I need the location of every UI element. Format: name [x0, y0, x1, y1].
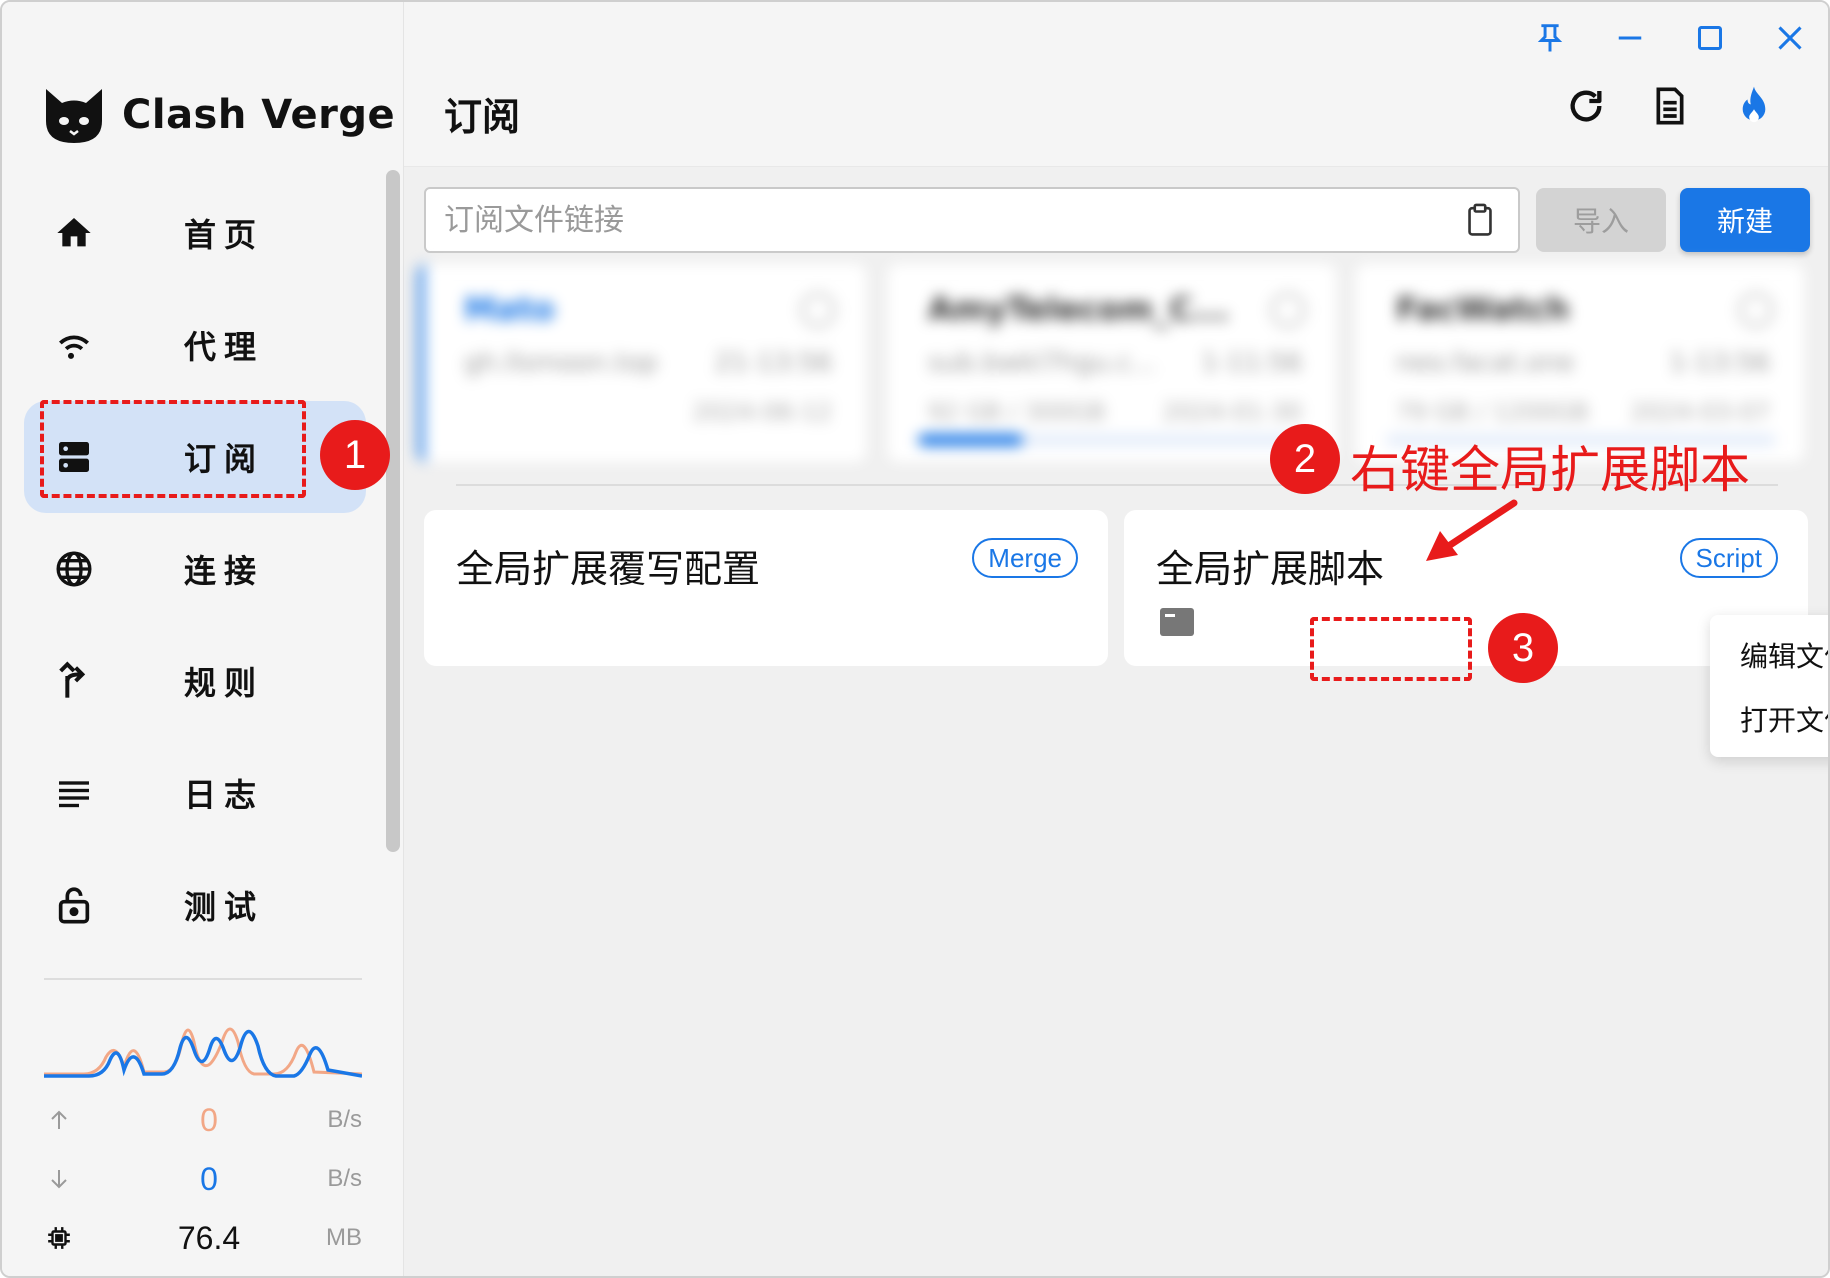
profile-usage: 79 GB / 1200GB	[1396, 398, 1589, 426]
cat-logo-icon	[46, 89, 102, 143]
annotation-arrow-icon	[1426, 499, 1518, 561]
annotation-badge-3: 3	[1488, 613, 1558, 683]
fire-button[interactable]	[1732, 86, 1776, 130]
log-file-icon	[1650, 86, 1690, 130]
app-window: Clash Verge 首页 代理 订阅 连接 规则 日志 测试 0 B/s 0…	[0, 0, 1830, 1278]
home-icon	[54, 213, 94, 253]
profile-expire: 2024-06-12	[692, 398, 832, 426]
profile-card[interactable]: Mato gh.llsmoon.top 21-13:56 2024-06-12	[418, 264, 866, 462]
refresh-icon[interactable]	[800, 292, 836, 328]
wifi-icon	[54, 325, 94, 365]
profile-host: sub.bwkl7hgu.c...	[928, 348, 1157, 378]
sidebar-item-rules[interactable]: 规则	[24, 625, 366, 737]
refresh-icon[interactable]	[1738, 292, 1774, 328]
annotation-text-2: 右键全局扩展脚本	[1350, 441, 1750, 499]
sidebar-item-label: 代理	[184, 328, 265, 366]
sidebar-nav: 首页 代理 订阅 连接 规则 日志 测试	[24, 177, 366, 961]
profile-title: AmyTelecom_C...	[928, 290, 1230, 328]
profile-title: FacWatch	[1396, 290, 1570, 328]
page-title: 订阅	[444, 95, 521, 139]
menu-item-edit-file[interactable]: 编辑文件	[1740, 635, 1828, 675]
pin-button[interactable]	[1530, 20, 1570, 60]
memory-value: 76.4	[177, 1219, 241, 1256]
sidebar-item-label: 规则	[184, 664, 265, 702]
subscription-url-input[interactable]	[424, 187, 1520, 253]
fork-icon	[54, 661, 94, 701]
import-button[interactable]: 导入	[1536, 188, 1666, 252]
profile-updated: 21-13:56	[714, 348, 832, 378]
lock-icon	[54, 885, 94, 925]
terminal-icon	[1160, 608, 1194, 638]
annotation-box-3	[1310, 617, 1472, 681]
titlebar: 订阅	[404, 2, 1828, 167]
profile-usage: 92 GB / 300GB	[928, 398, 1106, 426]
profile-host: gh.llsmoon.top	[464, 348, 658, 378]
pin-icon	[1535, 22, 1565, 58]
annotation-box-1	[40, 400, 306, 498]
annotation-badge-2: 2	[1270, 424, 1340, 494]
new-button[interactable]: 新建	[1680, 188, 1810, 252]
merge-tag: Merge	[972, 538, 1078, 578]
minimize-button[interactable]	[1610, 20, 1650, 60]
memory-stat: 76.4 MB	[44, 1218, 364, 1258]
fire-icon	[1734, 85, 1774, 131]
clipboard-paste-icon[interactable]	[1462, 202, 1498, 238]
download-unit: B/s	[327, 1165, 362, 1192]
sidebar-item-label: 测试	[184, 888, 265, 926]
sidebar-scrollbar[interactable]	[386, 170, 400, 852]
sidebar-item-logs[interactable]: 日志	[24, 737, 366, 849]
profile-title: Mato	[464, 290, 555, 328]
upload-unit: B/s	[327, 1106, 362, 1133]
close-button[interactable]	[1770, 20, 1810, 60]
maximize-button[interactable]	[1690, 20, 1730, 60]
profile-updated: 1-11:56	[1201, 348, 1302, 378]
minimize-icon	[1615, 23, 1645, 57]
sidebar-divider	[44, 978, 362, 980]
sidebar-item-label: 首页	[184, 216, 265, 254]
annotation-badge-1: 1	[320, 420, 390, 490]
profile-expire: 2024-01-30	[1162, 398, 1302, 426]
merge-card-title: 全局扩展覆写配置	[456, 547, 761, 591]
sidebar-item-test[interactable]: 测试	[24, 849, 366, 961]
refresh-button[interactable]	[1564, 86, 1608, 130]
close-icon	[1776, 24, 1804, 56]
app-name: Clash Verge	[122, 92, 396, 138]
usage-progress-bar	[918, 434, 1308, 446]
merge-profile-card[interactable]: 全局扩展覆写配置 Merge	[424, 510, 1108, 666]
arrow-down-icon	[44, 1164, 74, 1194]
upload-value: 0	[200, 1101, 218, 1138]
refresh-icon	[1566, 86, 1606, 130]
upload-stat: 0 B/s	[44, 1100, 364, 1140]
memory-unit: MB	[326, 1224, 362, 1251]
profile-expire: 2024-03-07	[1630, 398, 1770, 426]
sidebar: Clash Verge 首页 代理 订阅 连接 规则 日志 测试 0 B/s 0…	[2, 2, 404, 1276]
sidebar-item-proxy[interactable]: 代理	[24, 289, 366, 401]
download-value: 0	[200, 1160, 218, 1197]
menu-item-open-file[interactable]: 打开文件	[1740, 699, 1828, 739]
log-file-button[interactable]	[1648, 86, 1692, 130]
sidebar-item-home[interactable]: 首页	[24, 177, 366, 289]
brand: Clash Verge	[42, 80, 395, 150]
download-stat: 0 B/s	[44, 1159, 364, 1199]
script-tag: Script	[1679, 538, 1778, 578]
maximize-icon	[1696, 24, 1724, 56]
traffic-graph	[44, 1027, 362, 1078]
chip-icon	[44, 1223, 74, 1253]
sidebar-item-label: 日志	[184, 776, 265, 814]
sidebar-item-label: 连接	[184, 552, 265, 590]
profile-updated: 1-13:56	[1669, 348, 1770, 378]
list-icon	[54, 773, 94, 813]
script-card-title: 全局扩展脚本	[1156, 547, 1385, 591]
refresh-icon[interactable]	[1270, 292, 1306, 328]
profile-host: neo.facat.one	[1396, 348, 1575, 378]
sidebar-item-connections[interactable]: 连接	[24, 513, 366, 625]
main-panel: 订阅 导入 新建 Mato	[404, 2, 1828, 1276]
profile-card[interactable]: AmyTelecom_C... sub.bwkl7hgu.c... 1-11:5…	[888, 264, 1336, 462]
globe-icon	[54, 549, 94, 589]
usage-progress-fill	[918, 434, 1024, 446]
arrow-up-icon	[44, 1105, 74, 1135]
context-menu: 编辑文件 打开文件	[1710, 615, 1828, 757]
